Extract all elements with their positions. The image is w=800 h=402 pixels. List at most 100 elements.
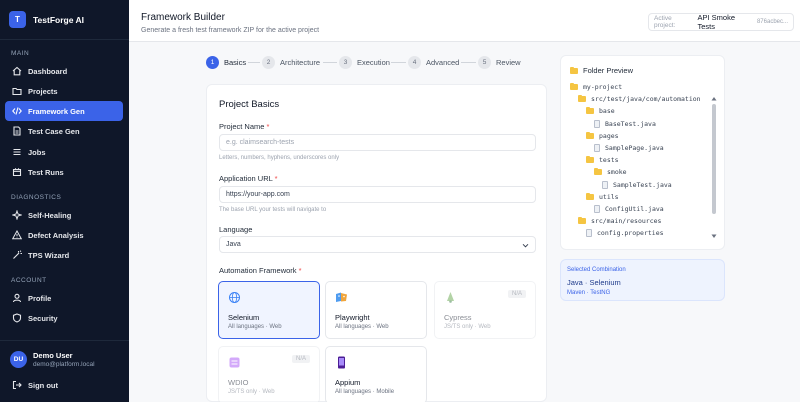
- project-basics-card: Project Basics Project Name * e.g. claim…: [206, 84, 547, 402]
- framework-name: Selenium: [228, 313, 260, 322]
- app-url-label: Application URL *: [219, 174, 278, 183]
- scroll-down-icon[interactable]: [711, 234, 717, 239]
- step-basics[interactable]: 1 Basics: [206, 56, 246, 69]
- tree-label: config.properties: [597, 229, 664, 238]
- tree-folder[interactable]: base: [586, 107, 615, 115]
- step-connector: [391, 62, 406, 63]
- step-review[interactable]: 5 Review: [478, 56, 521, 69]
- sidebar-item-tps-wizard[interactable]: TPS Wizard: [5, 245, 123, 265]
- framework-sub: All languages · Web: [228, 324, 282, 330]
- framework-option-playwright[interactable]: Playwright All languages · Web: [325, 281, 427, 339]
- folder-icon: [586, 192, 594, 200]
- file-icon: [594, 119, 600, 128]
- step-number: 5: [478, 56, 491, 69]
- tree-label: utils: [599, 192, 619, 201]
- warning-icon: [11, 230, 22, 241]
- sidebar-item-label: Security: [28, 313, 58, 323]
- code-icon: [11, 106, 22, 117]
- folder-icon: [570, 66, 578, 74]
- project-name-hint: Letters, numbers, hyphens, underscores o…: [219, 155, 340, 161]
- project-name-label: Project Name *: [219, 122, 270, 131]
- sidebar-item-test-runs[interactable]: Test Runs: [5, 162, 123, 182]
- app-url-input[interactable]: https://your-app.com: [219, 186, 536, 203]
- sign-out-button[interactable]: Sign out: [5, 375, 123, 395]
- step-architecture[interactable]: 2 Architecture: [262, 56, 320, 69]
- sidebar-item-label: Test Case Gen: [28, 126, 80, 136]
- wand-icon: [11, 250, 22, 261]
- tree-label: pages: [599, 131, 619, 140]
- framework-name: Appium: [335, 378, 361, 387]
- tree-label: base: [599, 107, 615, 116]
- sidebar-item-label: Defect Analysis: [28, 230, 84, 240]
- language-select[interactable]: Java: [219, 236, 536, 253]
- tree-folder[interactable]: smoke: [594, 168, 627, 176]
- step-number: 1: [206, 56, 219, 69]
- active-project-id: 876acbec...: [756, 19, 788, 25]
- user-icon: [11, 293, 22, 304]
- sidebar-item-dashboard[interactable]: Dashboard: [5, 61, 123, 81]
- sidebar-item-test-case-gen[interactable]: Test Case Gen: [5, 121, 123, 141]
- calendar-icon: [11, 167, 22, 178]
- framework-name: Cypress: [444, 313, 472, 322]
- sidebar-item-framework-gen[interactable]: Framework Gen: [5, 101, 123, 121]
- language-value: Java: [226, 241, 241, 248]
- tree-folder[interactable]: pages: [586, 131, 619, 140]
- step-label: Review: [496, 58, 521, 67]
- header: Framework Builder Generate a fresh test …: [129, 0, 800, 42]
- active-project-select[interactable]: Active project: API Smoke Tests 876acbec…: [648, 13, 794, 31]
- project-name-input[interactable]: e.g. claimsearch-tests: [219, 134, 536, 151]
- sidebar-item-self-healing[interactable]: Self-Healing: [5, 205, 123, 225]
- page-title: Framework Builder: [141, 12, 225, 23]
- tree-folder[interactable]: src/test/java/com/automation: [578, 95, 701, 103]
- combination-sub: Maven · TestNG: [567, 290, 611, 296]
- sidebar-item-profile[interactable]: Profile: [5, 288, 123, 308]
- sidebar-item-jobs[interactable]: Jobs: [5, 142, 123, 162]
- tree-file[interactable]: SamplePage.java: [594, 144, 664, 152]
- tree-file[interactable]: BaseTest.java: [594, 119, 656, 128]
- step-advanced[interactable]: 4 Advanced: [408, 56, 459, 69]
- wdio-icon: [229, 357, 240, 368]
- cypress-icon: [447, 292, 454, 303]
- avatar[interactable]: DU: [10, 351, 27, 368]
- folder-icon: [586, 156, 594, 164]
- folder-icon: [586, 131, 594, 139]
- step-connector: [248, 62, 260, 63]
- step-label: Execution: [357, 58, 390, 67]
- sidebar-item-label: Profile: [28, 293, 52, 303]
- tree-folder[interactable]: src/main/resources: [578, 217, 661, 225]
- sign-out-label: Sign out: [28, 380, 58, 390]
- framework-option-wdio[interactable]: N/A WDIO JS/TS only · Web: [218, 346, 320, 402]
- tree-folder[interactable]: tests: [586, 156, 619, 164]
- step-number: 2: [262, 56, 275, 69]
- chevron-down-icon: [522, 243, 529, 248]
- tree-label: SampleTest.java: [613, 180, 672, 189]
- framework-option-selenium[interactable]: Selenium All languages · Web: [218, 281, 320, 339]
- combination-value: Java · Selenium: [567, 278, 621, 287]
- scrollbar-thumb[interactable]: [712, 104, 716, 214]
- brand[interactable]: T TestForge AI: [0, 0, 129, 40]
- section-label-account: ACCOUNT: [11, 277, 47, 284]
- user-email: demo@platform.local: [33, 361, 95, 368]
- framework-option-appium[interactable]: Appium All languages · Mobile: [325, 346, 427, 402]
- tree-folder[interactable]: utils: [586, 192, 619, 201]
- user-name: Demo User: [33, 351, 73, 360]
- tree-file[interactable]: ConfigUtil.java: [594, 205, 664, 213]
- framework-option-cypress[interactable]: N/A Cypress JS/TS only · Web: [434, 281, 536, 339]
- sidebar-item-security[interactable]: Security: [5, 308, 123, 328]
- brand-name: TestForge AI: [33, 14, 85, 25]
- sidebar-item-label: Test Runs: [28, 167, 64, 177]
- step-execution[interactable]: 3 Execution: [339, 56, 390, 69]
- tree-file[interactable]: SampleTest.java: [602, 180, 672, 189]
- globe-icon: [229, 292, 240, 303]
- tree-folder[interactable]: my-project: [570, 83, 622, 91]
- framework-sub: JS/TS only · Web: [444, 324, 491, 330]
- tree-file[interactable]: config.properties: [586, 229, 664, 238]
- tree-label: BaseTest.java: [605, 119, 656, 128]
- step-label: Architecture: [280, 58, 321, 67]
- folder-icon: [578, 95, 586, 103]
- sidebar-item-defect-analysis[interactable]: Defect Analysis: [5, 225, 123, 245]
- framework-sub: JS/TS only · Web: [228, 389, 275, 395]
- step-number: 3: [339, 56, 352, 69]
- sidebar-item-projects[interactable]: Projects: [5, 81, 123, 101]
- scroll-up-icon[interactable]: [711, 96, 717, 101]
